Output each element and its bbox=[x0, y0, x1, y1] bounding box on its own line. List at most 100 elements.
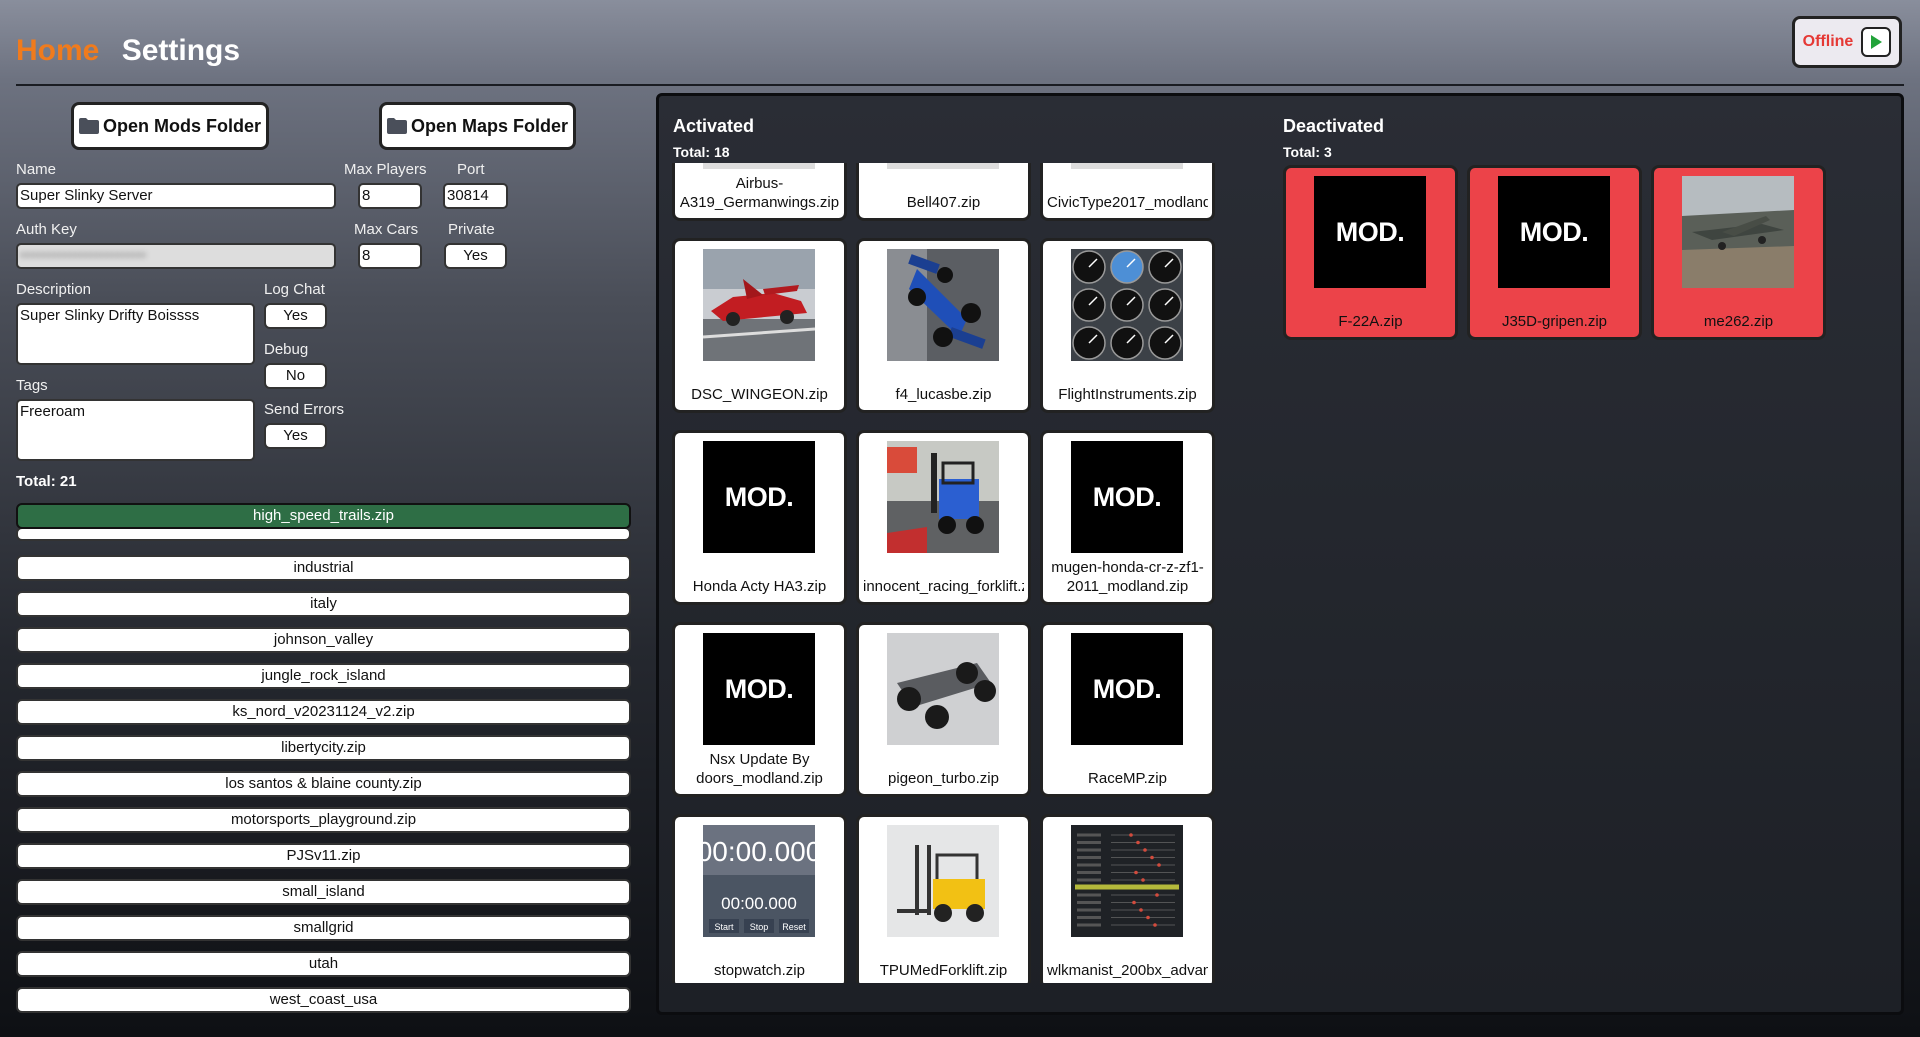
open-maps-folder-button[interactable]: Open Maps Folder bbox=[379, 102, 576, 150]
map-list-item[interactable]: libertycity.zip bbox=[16, 735, 631, 761]
map-list-item[interactable]: west_coast_usa bbox=[16, 987, 631, 1013]
map-list-item[interactable]: italy bbox=[16, 591, 631, 617]
auth-key-field[interactable]: •••••••••••••••••••••••• bbox=[16, 243, 336, 269]
map-list-item[interactable]: smallgrid bbox=[16, 915, 631, 941]
svg-text:Stop: Stop bbox=[750, 922, 769, 932]
mod-name: Honda Acty HA3.zip bbox=[692, 578, 827, 595]
mod-card[interactable]: MOD. Honda Acty HA3.zip bbox=[672, 430, 847, 605]
port-field[interactable]: 30814 bbox=[443, 183, 508, 209]
deactivated-total: Total: 3 bbox=[1283, 144, 1332, 160]
mod-card[interactable]: wlkmanist_200bx_advanced.zip bbox=[1040, 814, 1215, 983]
map-list-item[interactable]: ks_nord_v20231124_v2.zip bbox=[16, 699, 631, 725]
mod-card[interactable]: CivicType2017_modland.zip bbox=[1040, 163, 1215, 221]
activated-total-value: 18 bbox=[713, 144, 730, 160]
mod-card[interactable]: MOD. F-22A.zip bbox=[1283, 165, 1458, 340]
mod-thumbnail bbox=[1071, 249, 1183, 361]
mod-name: f4_lucasbe.zip bbox=[895, 386, 992, 403]
mod-thumbnail-frame bbox=[887, 441, 999, 553]
mod-card[interactable]: DSC_WINGEON.zip bbox=[672, 238, 847, 413]
nav-settings-link[interactable]: Settings bbox=[122, 34, 240, 67]
max-cars-label: Max Cars bbox=[354, 221, 419, 238]
map-list-item[interactable]: utah bbox=[16, 951, 631, 977]
deactivated-title: Deactivated bbox=[1283, 116, 1385, 136]
map-list-item[interactable]: los santos & blaine county.zip bbox=[16, 771, 631, 797]
mod-thumbnail-frame bbox=[703, 163, 815, 169]
map-list-item[interactable]: high_speed_trails.zip bbox=[16, 503, 631, 529]
mod-thumbnail-frame bbox=[1071, 249, 1183, 361]
mod-thumbnail-frame bbox=[1682, 176, 1794, 288]
mod-card[interactable]: Airbus-A319_Germanwings.zip bbox=[672, 163, 847, 221]
svg-text:Reset: Reset bbox=[782, 922, 806, 932]
mod-card[interactable]: pigeon_turbo.zip bbox=[856, 622, 1031, 797]
mod-card[interactable]: innocent_racing_forklift.zip bbox=[856, 430, 1031, 605]
map-list-item[interactable]: johnson_valley bbox=[16, 627, 631, 653]
top-nav: Home Settings bbox=[16, 34, 254, 68]
svg-text:00:00.000: 00:00.000 bbox=[703, 836, 815, 867]
mod-thumbnail bbox=[703, 163, 815, 169]
mod-card[interactable]: MOD. RaceMP.zip bbox=[1040, 622, 1215, 797]
server-name-field[interactable]: Super Slinky Server bbox=[16, 183, 336, 209]
mod-thumbnail bbox=[1071, 163, 1183, 169]
mod-name: J35D-gripen.zip bbox=[1501, 313, 1608, 330]
map-list-item[interactable]: motorsports_playground.zip bbox=[16, 807, 631, 833]
mod-card[interactable]: FlightInstruments.zip bbox=[1040, 238, 1215, 413]
mod-thumbnail-frame: MOD. bbox=[1071, 441, 1183, 553]
send-errors-label: Send Errors bbox=[264, 401, 345, 418]
map-list-item[interactable]: PJSv11.zip bbox=[16, 843, 631, 869]
open-maps-folder-label: Open Maps Folder bbox=[410, 115, 569, 136]
status-label: Offline bbox=[1802, 33, 1854, 50]
mod-logo-thumbnail: MOD. bbox=[1071, 633, 1183, 745]
deactivated-total-value: 3 bbox=[1323, 144, 1332, 160]
tags-field[interactable]: Freeroam bbox=[16, 399, 255, 461]
open-mods-folder-button[interactable]: Open Mods Folder bbox=[71, 102, 269, 150]
mod-card[interactable]: me262.zip bbox=[1651, 165, 1826, 340]
max-cars-field[interactable]: 8 bbox=[358, 243, 422, 269]
mod-thumbnail-frame: MOD. bbox=[703, 633, 815, 745]
activated-title: Activated bbox=[673, 116, 755, 136]
mod-name: wlkmanist_200bx_advanced.zip bbox=[1047, 962, 1208, 979]
mod-thumbnail bbox=[1071, 825, 1183, 937]
tags-label: Tags bbox=[16, 377, 48, 394]
mod-name: Nsx Update By doors_modland.zip bbox=[696, 751, 823, 787]
mod-thumbnail bbox=[887, 163, 999, 169]
mod-thumbnail bbox=[887, 249, 999, 361]
mod-card[interactable]: MOD. J35D-gripen.zip bbox=[1467, 165, 1642, 340]
server-status-button[interactable]: Offline bbox=[1792, 16, 1902, 68]
header-divider bbox=[16, 84, 1904, 86]
mod-thumbnail-frame bbox=[887, 633, 999, 745]
mod-card[interactable]: Bell407.zip bbox=[856, 163, 1031, 221]
mod-name: FlightInstruments.zip bbox=[1058, 386, 1197, 403]
nav-home-link[interactable]: Home bbox=[16, 34, 99, 67]
send-errors-toggle[interactable]: Yes bbox=[264, 423, 327, 449]
activated-mods-grid: Airbus-A319_Germanwings.zip Bell407.zip Ci… bbox=[672, 163, 1232, 983]
description-field[interactable]: Super Slinky Drifty Boissss bbox=[16, 303, 255, 365]
private-label: Private bbox=[448, 221, 495, 238]
map-list-item[interactable]: jungle_rock_island bbox=[16, 663, 631, 689]
mod-thumbnail-frame: MOD. bbox=[703, 441, 815, 553]
mod-thumbnail-frame bbox=[887, 163, 999, 169]
map-list-item[interactable]: small_island bbox=[16, 879, 631, 905]
mod-name: me262.zip bbox=[1703, 313, 1774, 330]
log-chat-label: Log Chat bbox=[264, 281, 325, 298]
map-list-item-partial[interactable] bbox=[16, 527, 631, 541]
private-toggle[interactable]: Yes bbox=[444, 243, 507, 269]
max-players-field[interactable]: 8 bbox=[358, 183, 422, 209]
maps-total: Total: 21 bbox=[16, 473, 77, 490]
mod-thumbnail bbox=[887, 825, 999, 937]
mod-card[interactable]: TPUMedForklift.zip bbox=[856, 814, 1031, 983]
mod-card[interactable]: MOD. mugen-honda-cr-z-zf1-2011_modland.zi… bbox=[1040, 430, 1215, 605]
mod-logo-thumbnail: MOD. bbox=[1314, 176, 1426, 288]
mod-thumbnail-frame: MOD. bbox=[1314, 176, 1426, 288]
mod-name: mugen-honda-cr-z-zf1-2011_modland.zip bbox=[1051, 559, 1204, 595]
log-chat-toggle[interactable]: Yes bbox=[264, 303, 327, 329]
map-list-item[interactable]: industrial bbox=[16, 555, 631, 581]
mod-thumbnail bbox=[703, 249, 815, 361]
mod-card[interactable]: MOD. Nsx Update By doors_modland.zip bbox=[672, 622, 847, 797]
mod-card[interactable]: 00:00.000 00:00.000 Start Stop Reset stop… bbox=[672, 814, 847, 983]
debug-toggle[interactable]: No bbox=[264, 363, 327, 389]
mod-card[interactable]: f4_lucasbe.zip bbox=[856, 238, 1031, 413]
mod-name: CivicType2017_modland.zip bbox=[1047, 194, 1208, 211]
mod-thumbnail: 00:00.000 00:00.000 Start Stop Reset bbox=[703, 825, 815, 937]
mod-logo-thumbnail: MOD. bbox=[1071, 441, 1183, 553]
mod-name: RaceMP.zip bbox=[1088, 770, 1167, 787]
